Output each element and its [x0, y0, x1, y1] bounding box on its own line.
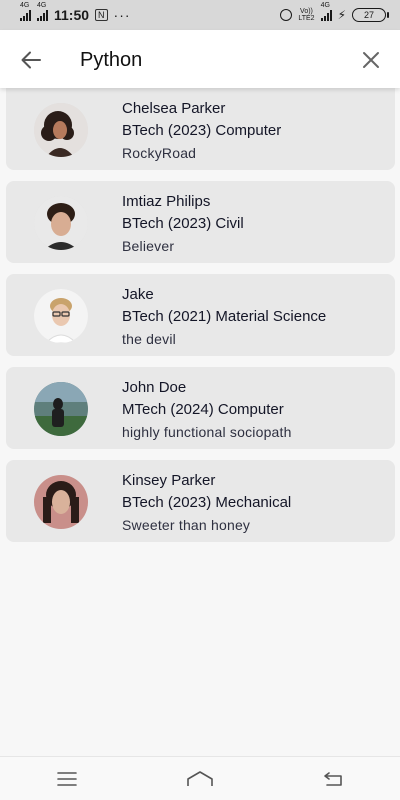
student-program: BTech (2021) Material Science — [122, 308, 327, 325]
student-name: John Doe — [122, 379, 187, 396]
search-input[interactable] — [80, 44, 340, 76]
search-app-bar — [0, 30, 400, 88]
back-icon — [324, 771, 343, 786]
student-program: BTech (2023) Mechanical — [122, 494, 292, 511]
avatar-curly-hair-icon — [34, 103, 88, 157]
avatar — [34, 382, 88, 436]
avatar — [34, 475, 88, 529]
list-item[interactable]: Imtiaz Philips BTech (2023) Civil Believ… — [6, 181, 395, 263]
student-name: Kinsey Parker — [122, 472, 216, 489]
back-button[interactable] — [18, 47, 44, 73]
clear-search-button[interactable] — [358, 47, 384, 73]
status-bar: 4G 4G 11:50 N ··· Vo)) LTE2 4G ⚡ 27 — [0, 0, 400, 30]
avatar — [34, 196, 88, 250]
list-item[interactable]: John Doe MTech (2024) Computer highly fu… — [6, 367, 395, 449]
close-icon — [363, 52, 379, 68]
list-item[interactable]: Jake BTech (2021) Material Science the d… — [6, 274, 395, 356]
student-bio: Sweeter than honey — [122, 517, 251, 533]
student-bio: highly functional sociopath — [122, 424, 292, 440]
list-item-info: Jake BTech (2021) Material Science the d… — [122, 284, 326, 350]
home-icon — [187, 770, 213, 786]
search-results-list: Chelsea Parker BTech (2023) Computer Roc… — [6, 88, 395, 553]
system-navigation-bar — [0, 756, 400, 800]
avatar-stadium-person-icon — [34, 382, 88, 436]
student-bio: the devil — [122, 331, 176, 347]
status-left: 4G 4G 11:50 N ··· — [20, 2, 131, 23]
alarm-icon — [280, 9, 293, 21]
student-program: BTech (2023) Computer — [122, 122, 282, 139]
avatar-glasses-man-icon — [34, 289, 88, 343]
list-item[interactable]: Kinsey Parker BTech (2023) Mechanical Sw… — [6, 460, 395, 542]
student-name: Jake — [122, 286, 154, 303]
student-program: BTech (2023) Civil — [122, 215, 244, 232]
arrow-left-icon — [21, 51, 41, 69]
list-item-info: Imtiaz Philips BTech (2023) Civil Believ… — [122, 191, 244, 257]
more-notifications-icon: ··· — [113, 7, 131, 23]
signal-icon: 4G — [20, 2, 31, 21]
avatar-woman-portrait-icon — [34, 475, 88, 529]
back-nav-button[interactable] — [313, 764, 353, 794]
avatar — [34, 103, 88, 157]
battery-icon: 27 — [352, 8, 389, 22]
list-item-info: Chelsea Parker BTech (2023) Computer Roc… — [122, 98, 281, 164]
student-name: Chelsea Parker — [122, 100, 226, 117]
student-bio: Believer — [122, 238, 175, 254]
home-button[interactable] — [180, 764, 220, 794]
avatar — [34, 289, 88, 343]
volte-indicator: Vo)) LTE2 — [298, 8, 315, 22]
signal-icon: 4G — [37, 2, 48, 21]
list-item-info: John Doe MTech (2024) Computer highly fu… — [122, 377, 292, 443]
clock-time: 11:50 — [54, 7, 90, 23]
list-item[interactable]: Chelsea Parker BTech (2023) Computer Roc… — [6, 88, 395, 170]
student-name: Imtiaz Philips — [122, 193, 211, 210]
avatar-young-man-icon — [34, 196, 88, 250]
list-item-info: Kinsey Parker BTech (2023) Mechanical Sw… — [122, 470, 291, 536]
signal-icon: 4G — [320, 2, 332, 21]
status-right: Vo)) LTE2 4G ⚡ 27 — [280, 2, 389, 22]
student-bio: RockyRoad — [122, 145, 197, 161]
student-program: MTech (2024) Computer — [122, 401, 284, 418]
menu-icon — [56, 771, 77, 786]
notification-badge-icon: N — [95, 9, 108, 21]
charging-icon: ⚡ — [337, 8, 346, 22]
menu-button[interactable] — [47, 764, 87, 794]
